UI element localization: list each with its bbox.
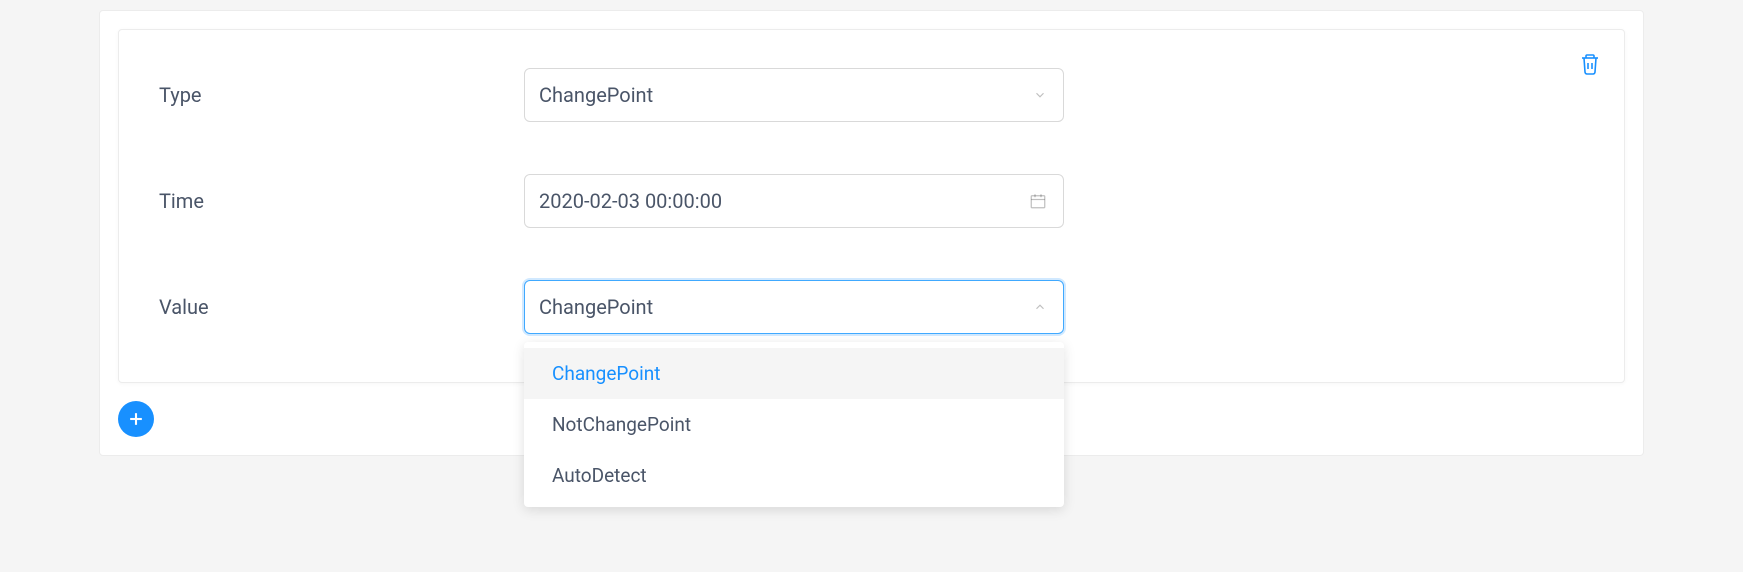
value-select-wrapper: ChangePoint ChangePoint NotChangePoint A… — [524, 280, 1064, 334]
plus-icon — [126, 409, 146, 429]
dropdown-option-notchangepoint[interactable]: NotChangePoint — [524, 399, 1064, 450]
type-select-value: ChangePoint — [539, 83, 653, 107]
dropdown-option-changepoint[interactable]: ChangePoint — [524, 348, 1064, 399]
value-select[interactable]: ChangePoint — [524, 280, 1064, 334]
type-row: Type ChangePoint — [159, 68, 1584, 122]
chevron-up-icon — [1033, 300, 1047, 314]
time-row: Time 2020-02-03 00:00:00 — [159, 174, 1584, 228]
type-select[interactable]: ChangePoint — [524, 68, 1064, 122]
delete-button[interactable] — [1578, 52, 1602, 76]
value-label: Value — [159, 295, 524, 319]
type-select-wrapper: ChangePoint — [524, 68, 1064, 122]
time-value: 2020-02-03 00:00:00 — [539, 189, 722, 213]
calendar-icon — [1029, 192, 1047, 210]
trash-icon — [1578, 52, 1602, 76]
chevron-down-icon — [1033, 88, 1047, 102]
dropdown-option-autodetect[interactable]: AutoDetect — [524, 450, 1064, 501]
form-card: Type ChangePoint Time 2020-02-03 00:00:0… — [118, 29, 1625, 383]
value-select-value: ChangePoint — [539, 295, 653, 319]
outer-card: Type ChangePoint Time 2020-02-03 00:00:0… — [99, 10, 1644, 456]
time-datepicker[interactable]: 2020-02-03 00:00:00 — [524, 174, 1064, 228]
add-button[interactable] — [118, 401, 154, 437]
type-label: Type — [159, 83, 524, 107]
time-label: Time — [159, 189, 524, 213]
value-dropdown: ChangePoint NotChangePoint AutoDetect — [524, 342, 1064, 507]
value-row: Value ChangePoint ChangePoint NotChangeP… — [159, 280, 1584, 334]
